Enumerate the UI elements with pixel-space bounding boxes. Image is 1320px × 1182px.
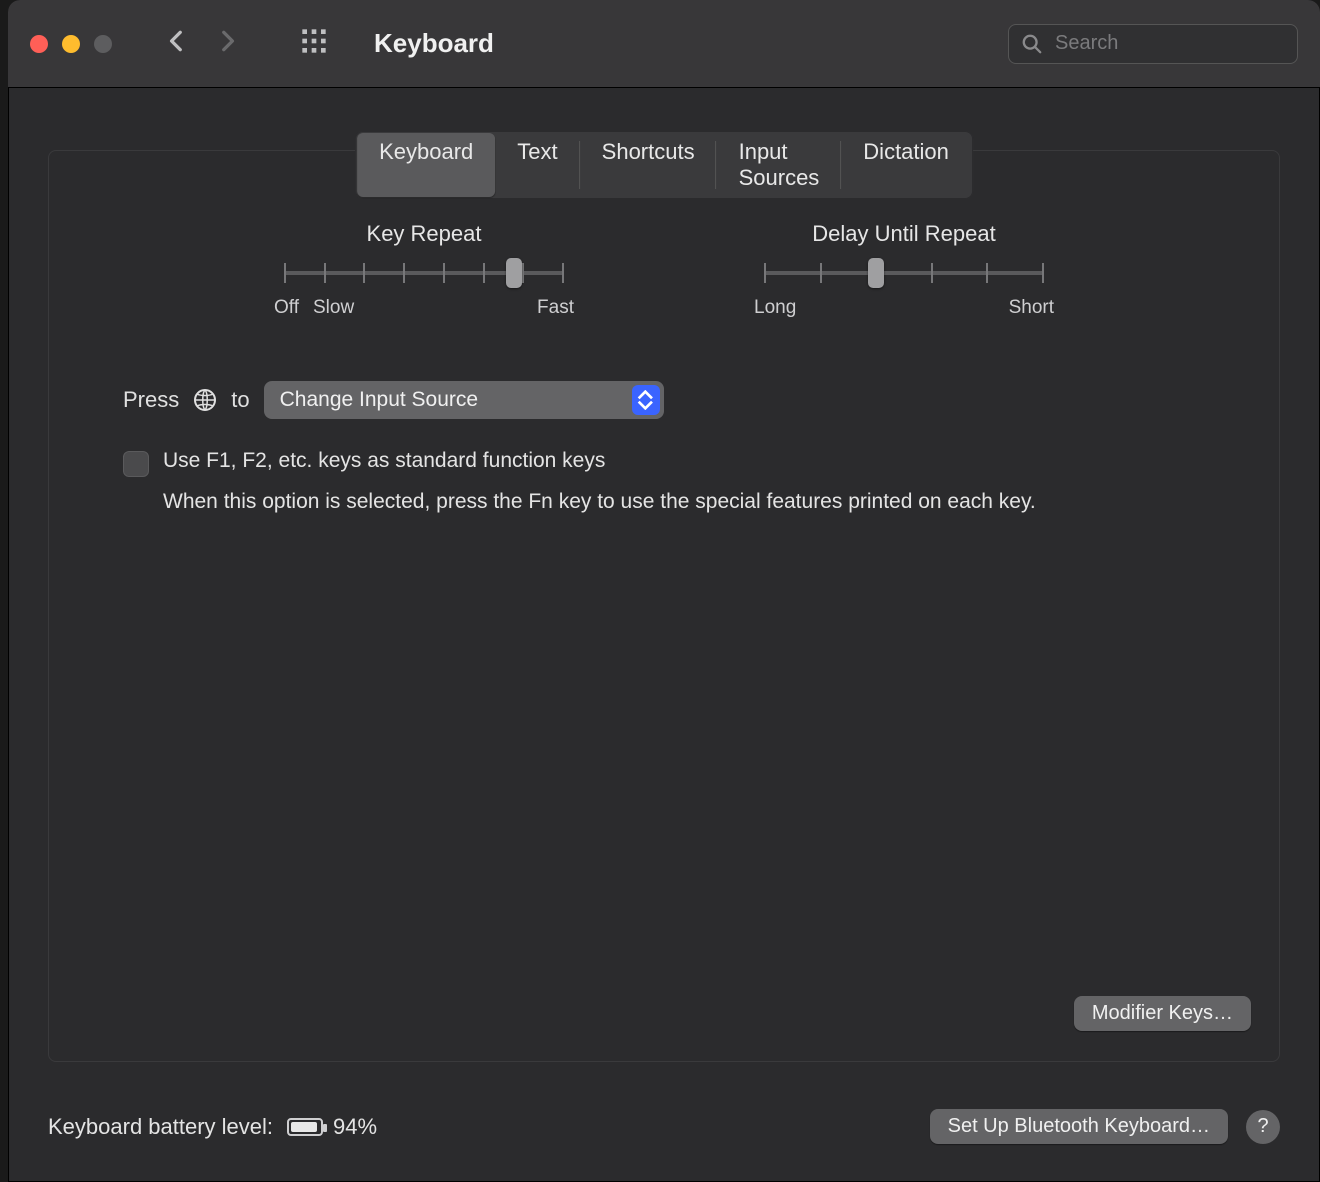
battery-indicator: 94% xyxy=(287,1114,377,1140)
battery-percent: 94% xyxy=(333,1114,377,1140)
globe-key-row: Press to Change Input Source xyxy=(123,381,1279,419)
bottom-bar: Keyboard battery level: 94% Set Up Bluet… xyxy=(48,1109,1280,1144)
tabs: Keyboard Text Shortcuts Input Sources Di… xyxy=(355,131,973,199)
nav-arrows xyxy=(164,28,240,59)
key-repeat-off-label: Off xyxy=(274,297,299,319)
tab-keyboard[interactable]: Keyboard xyxy=(357,133,495,197)
key-repeat-slider-block: Key Repeat Off Slow Fast xyxy=(274,221,574,319)
battery-label: Keyboard battery level: xyxy=(48,1114,273,1140)
modifier-keys-button[interactable]: Modifier Keys… xyxy=(1074,996,1251,1031)
help-button[interactable]: ? xyxy=(1246,1110,1280,1144)
tab-dictation[interactable]: Dictation xyxy=(841,133,971,197)
select-stepper-icon xyxy=(632,385,660,415)
delay-title: Delay Until Repeat xyxy=(754,221,1054,247)
minimize-icon[interactable] xyxy=(62,35,80,53)
function-keys-label: Use F1, F2, etc. keys as standard functi… xyxy=(163,449,605,473)
key-repeat-fast-label: Fast xyxy=(537,297,574,319)
delay-slider-block: Delay Until Repeat Long Short xyxy=(754,221,1054,319)
key-repeat-ticks xyxy=(284,263,564,283)
function-keys-checkbox[interactable] xyxy=(123,451,149,477)
key-repeat-slow-label: Slow xyxy=(313,297,354,319)
show-all-button[interactable] xyxy=(300,27,328,60)
function-keys-row: Use F1, F2, etc. keys as standard functi… xyxy=(123,449,1199,477)
globe-action-select[interactable]: Change Input Source xyxy=(264,381,664,419)
content-panel: Keyboard Text Shortcuts Input Sources Di… xyxy=(48,150,1280,1062)
tab-text[interactable]: Text xyxy=(495,133,579,197)
tab-shortcuts[interactable]: Shortcuts xyxy=(580,133,717,197)
window-controls xyxy=(30,35,112,53)
delay-long-label: Long xyxy=(754,297,796,319)
preferences-window: Keyboard Keyboard Text Shortcuts Input S… xyxy=(8,0,1320,1182)
delay-ticks xyxy=(764,263,1044,283)
function-keys-description: When this option is selected, press the … xyxy=(163,487,1063,516)
apps-grid-icon xyxy=(300,27,328,55)
search-input[interactable] xyxy=(1053,31,1320,56)
chevron-right-icon xyxy=(214,28,240,54)
tab-input-sources[interactable]: Input Sources xyxy=(717,133,842,197)
window-title: Keyboard xyxy=(374,28,494,59)
forward-button[interactable] xyxy=(214,28,240,59)
battery-icon xyxy=(287,1118,323,1136)
titlebar: Keyboard xyxy=(8,0,1320,88)
search-icon xyxy=(1021,33,1043,55)
help-icon: ? xyxy=(1257,1115,1268,1138)
globe-suffix: to xyxy=(231,387,249,413)
bluetooth-keyboard-button[interactable]: Set Up Bluetooth Keyboard… xyxy=(930,1109,1228,1144)
back-button[interactable] xyxy=(164,28,190,59)
close-icon[interactable] xyxy=(30,35,48,53)
key-repeat-labels: Off Slow Fast xyxy=(274,297,574,319)
globe-action-value: Change Input Source xyxy=(280,388,478,412)
delay-slider[interactable] xyxy=(764,271,1044,275)
key-repeat-slider[interactable] xyxy=(284,271,564,275)
delay-knob[interactable] xyxy=(868,258,884,288)
chevron-left-icon xyxy=(164,28,190,54)
delay-short-label: Short xyxy=(1009,297,1054,319)
globe-icon xyxy=(193,388,217,412)
delay-labels: Long Short xyxy=(754,297,1054,319)
key-repeat-title: Key Repeat xyxy=(274,221,574,247)
globe-prefix: Press xyxy=(123,387,179,413)
key-repeat-knob[interactable] xyxy=(506,258,522,288)
zoom-icon[interactable] xyxy=(94,35,112,53)
search-field[interactable] xyxy=(1008,24,1298,64)
